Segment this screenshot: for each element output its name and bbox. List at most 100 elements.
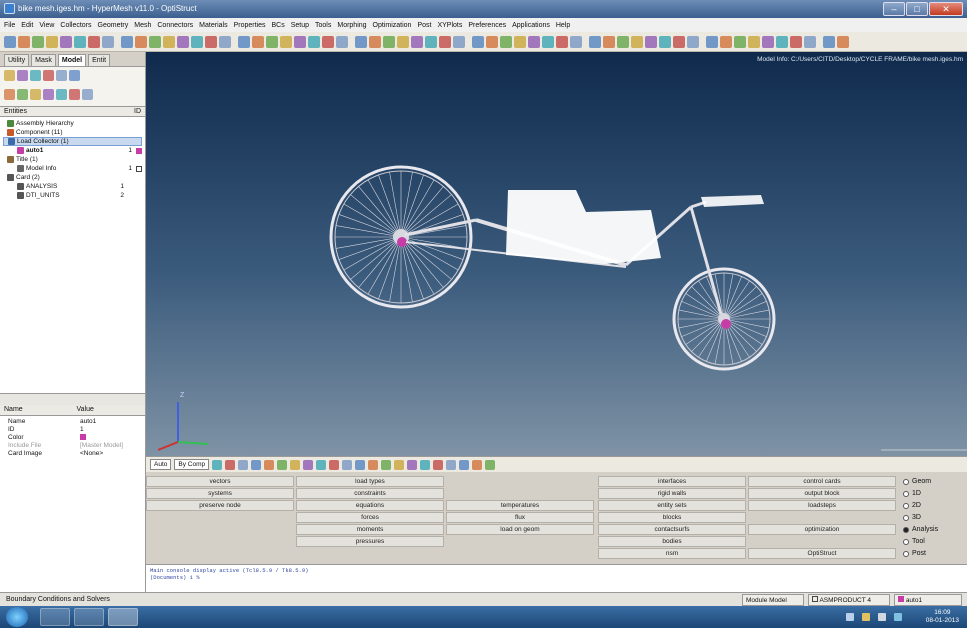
menu-moments[interactable]: moments [296, 524, 444, 535]
tab-mask[interactable]: Mask [31, 54, 56, 66]
menu-item-file[interactable]: File [4, 22, 15, 29]
auto-dropdown[interactable]: Auto [150, 459, 172, 470]
toolbar-tool-icon[interactable] [425, 35, 437, 48]
visualization-tool-icon[interactable] [420, 459, 431, 470]
menu-control-cards[interactable]: control cards [748, 476, 896, 487]
browser-tool-icon[interactable] [69, 89, 80, 100]
menu-forces[interactable]: forces [296, 512, 444, 523]
visualization-tool-icon[interactable] [355, 459, 366, 470]
tree-item[interactable]: Card (2) [3, 173, 142, 182]
toolbar-tool-icon[interactable] [589, 35, 601, 48]
menu-entity-sets[interactable]: entity sets [598, 500, 746, 511]
visualization-tool-icon[interactable] [277, 459, 288, 470]
menu-loadsteps[interactable]: loadsteps [748, 500, 896, 511]
menu-constraints[interactable]: constraints [296, 488, 444, 499]
browser-tool-icon[interactable] [17, 70, 28, 81]
menu-flux[interactable]: flux [446, 512, 594, 523]
toolbar-tool-icon[interactable] [336, 35, 348, 48]
visualization-tool-icon[interactable] [212, 459, 223, 470]
toolbar-tool-icon[interactable] [528, 35, 540, 48]
tree-item[interactable]: Model Info 1 [3, 164, 142, 173]
toolbar-tool-icon[interactable] [74, 35, 86, 48]
browser-tool-icon[interactable] [30, 89, 41, 100]
tree-item[interactable]: auto1 1 [3, 146, 142, 155]
visualization-tool-icon[interactable] [264, 459, 275, 470]
menu-contactsurfs[interactable]: contactsurfs [598, 524, 746, 535]
menu-vectors[interactable]: vectors [146, 476, 294, 487]
tree-scrollbar[interactable] [0, 393, 145, 405]
toolbar-tool-icon[interactable] [673, 35, 685, 48]
visualization-tool-icon[interactable] [225, 459, 236, 470]
toolbar-tool-icon[interactable] [219, 35, 231, 48]
tree-item[interactable]: Assembly Hierarchy [3, 119, 142, 128]
menu-optistruct[interactable]: OptiStruct [748, 548, 896, 559]
menu-optimization[interactable]: optimization [748, 524, 896, 535]
toolbar-tool-icon[interactable] [472, 35, 484, 48]
menu-item-connectors[interactable]: Connectors [157, 22, 193, 29]
toolbar-tool-icon[interactable] [18, 35, 30, 48]
toolbar-tool-icon[interactable] [383, 35, 395, 48]
toolbar-tool-icon[interactable] [762, 35, 774, 48]
menu-item-optimization[interactable]: Optimization [373, 22, 412, 29]
maximize-button[interactable]: □ [906, 2, 928, 16]
menu-blocks[interactable]: blocks [598, 512, 746, 523]
tab-entit[interactable]: Entit [88, 54, 111, 66]
visualization-tool-icon[interactable] [368, 459, 379, 470]
property-row[interactable]: Color [4, 434, 141, 442]
toolbar-tool-icon[interactable] [308, 35, 320, 48]
volume-icon[interactable] [878, 613, 886, 621]
toolbar-tool-icon[interactable] [804, 35, 816, 48]
visualization-tool-icon[interactable] [485, 459, 496, 470]
explorer-taskbar-icon[interactable] [40, 608, 70, 626]
toolbar-tool-icon[interactable] [514, 35, 526, 48]
visualization-tool-icon[interactable] [303, 459, 314, 470]
notification-icon[interactable] [862, 613, 870, 621]
hypermesh-taskbar-icon[interactable] [108, 608, 138, 626]
tab-model[interactable]: Model [57, 54, 87, 66]
browser-tool-icon[interactable] [4, 70, 15, 81]
visualization-tool-icon[interactable] [316, 459, 327, 470]
menu-item-morphing[interactable]: Morphing [337, 22, 366, 29]
toolbar-tool-icon[interactable] [46, 35, 58, 48]
toolbar-tool-icon[interactable] [32, 35, 44, 48]
toolbar-tool-icon[interactable] [659, 35, 671, 48]
toolbar-tool-icon[interactable] [453, 35, 465, 48]
tree-item[interactable]: ANALYSIS 1 [3, 182, 142, 191]
toolbar-tool-icon[interactable] [266, 35, 278, 48]
page-radio-1d[interactable]: 1D [903, 488, 921, 499]
menu-equations[interactable]: equations [296, 500, 444, 511]
menu-item-geometry[interactable]: Geometry [98, 22, 129, 29]
menu-item-applications[interactable]: Applications [512, 22, 550, 29]
toolbar-tool-icon[interactable] [776, 35, 788, 48]
toolbar-tool-icon[interactable] [355, 35, 367, 48]
visualization-tool-icon[interactable] [290, 459, 301, 470]
color-swatch[interactable] [80, 434, 86, 440]
menu-item-post[interactable]: Post [417, 22, 431, 29]
toolbar-tool-icon[interactable] [322, 35, 334, 48]
visualization-tool-icon[interactable] [251, 459, 262, 470]
toolbar-tool-icon[interactable] [135, 35, 147, 48]
graphics-viewport[interactable]: Model Info: C:/Users/CITD/Desktop/CYCLE … [146, 52, 967, 456]
menu-load-on-geom[interactable]: load on geom [446, 524, 594, 535]
toolbar-tool-icon[interactable] [617, 35, 629, 48]
visualization-tool-icon[interactable] [394, 459, 405, 470]
toolbar-tool-icon[interactable] [294, 35, 306, 48]
toolbar-tool-icon[interactable] [280, 35, 292, 48]
close-button[interactable]: ✕ [929, 2, 963, 16]
toolbar-tool-icon[interactable] [734, 35, 746, 48]
visualization-tool-icon[interactable] [459, 459, 470, 470]
menu-item-materials[interactable]: Materials [199, 22, 227, 29]
browser-tool-icon[interactable] [4, 89, 15, 100]
toolbar-tool-icon[interactable] [191, 35, 203, 48]
handlebar[interactable] [701, 195, 764, 207]
toolbar-tool-icon[interactable] [397, 35, 409, 48]
visualization-tool-icon[interactable] [472, 459, 483, 470]
menu-bodies[interactable]: bodies [598, 536, 746, 547]
system-clock[interactable]: 16:09 08-01-2013 [926, 609, 959, 625]
menu-item-collectors[interactable]: Collectors [60, 22, 91, 29]
toolbar-tool-icon[interactable] [790, 35, 802, 48]
toolbar-tool-icon[interactable] [500, 35, 512, 48]
minimize-button[interactable]: – [883, 2, 905, 16]
toolbar-tool-icon[interactable] [542, 35, 554, 48]
toolbar-tool-icon[interactable] [837, 35, 849, 48]
